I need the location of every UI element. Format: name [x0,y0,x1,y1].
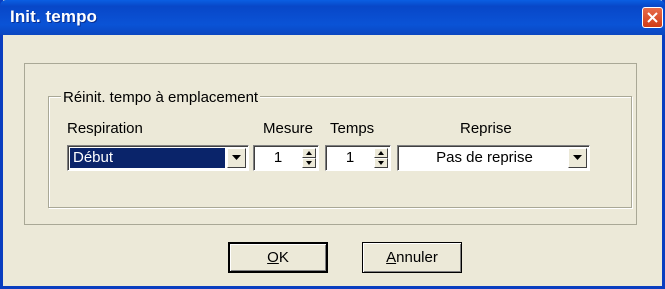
reprise-label: Reprise [460,120,512,137]
mesure-decrement-button[interactable] [302,158,316,168]
temps-value[interactable]: 1 [328,148,372,168]
group-legend: Réinit. tempo à emplacement [61,89,261,106]
cancel-mnemonic: A [386,249,397,266]
reprise-selected-value: Pas de reprise [436,149,533,166]
triangle-down-icon [306,161,312,165]
mesure-label: Mesure [263,120,314,137]
chevron-down-icon [573,155,582,160]
ok-label-rest: K [278,249,289,266]
triangle-up-icon [378,151,384,155]
temps-spinbox[interactable]: 1 [325,145,391,171]
triangle-up-icon [306,151,312,155]
mesure-value[interactable]: 1 [256,148,300,168]
reprise-dropdown-button[interactable] [568,148,587,168]
temps-label: Temps [330,120,375,137]
respiration-label: Respiration [67,120,143,137]
dialog-title: Init. tempo [10,7,98,26]
close-icon [647,12,658,23]
respiration-selected-value: Début [70,148,225,168]
close-button[interactable] [642,7,663,28]
reprise-combobox[interactable]: Pas de reprise [397,145,590,171]
ok-mnemonic: O [267,249,279,266]
mesure-spin-buttons [302,148,316,168]
temps-decrement-button[interactable] [374,158,388,168]
mesure-increment-button[interactable] [302,148,316,158]
ok-button[interactable]: OK [228,242,328,273]
mesure-spinbox[interactable]: 1 [253,145,319,171]
respiration-combobox[interactable]: Début [67,145,249,171]
cancel-button[interactable]: Annuler [362,242,462,273]
temps-spin-buttons [374,148,388,168]
respiration-dropdown-button[interactable] [227,148,246,168]
title-bar[interactable]: Init. tempo [0,0,665,35]
chevron-down-icon [232,155,241,160]
temps-increment-button[interactable] [374,148,388,158]
triangle-down-icon [378,161,384,165]
cancel-label-rest: nnuler [396,249,438,266]
